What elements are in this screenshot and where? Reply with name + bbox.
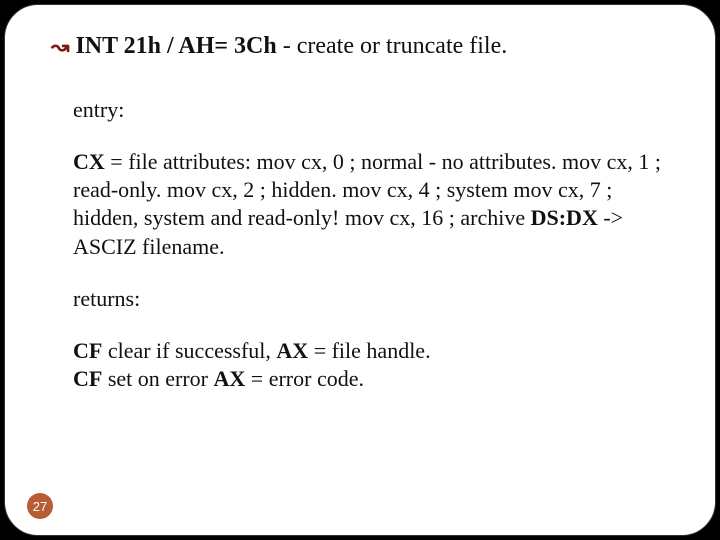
bullet-arrow-icon: ↝ — [51, 36, 69, 58]
entry-label: entry: — [73, 96, 669, 124]
cx-bold: CX — [73, 149, 105, 174]
ret1-t2: = file handle. — [308, 338, 430, 363]
page-number: 27 — [33, 499, 47, 514]
ret2-ax: AX — [214, 366, 246, 391]
ret1-ax: AX — [276, 338, 308, 363]
returns-label: returns: — [73, 285, 669, 313]
slide-body: entry: CX = file attributes: mov cx, 0 ;… — [51, 96, 669, 393]
page-number-badge: 27 — [27, 493, 53, 519]
ret1-cf: CF — [73, 338, 102, 363]
ret2-cf: CF — [73, 366, 102, 391]
slide-card: ↝ INT 21h / AH= 3Ch - create or truncate… — [4, 4, 716, 536]
ret1-t1: clear if successful, — [102, 338, 276, 363]
slide-title: ↝ INT 21h / AH= 3Ch - create or truncate… — [51, 33, 669, 60]
title-rest: - create or truncate file. — [277, 33, 508, 59]
returns-paragraph: CF clear if successful, AX = file handle… — [73, 337, 669, 393]
ret2-t2: = error code. — [245, 366, 364, 391]
cx-paragraph: CX = file attributes: mov cx, 0 ; normal… — [73, 148, 669, 261]
ret2-t1: set on error — [102, 366, 213, 391]
dsdx-bold: DS:DX — [531, 205, 598, 230]
title-bold: INT 21h / AH= 3Ch — [75, 33, 276, 59]
